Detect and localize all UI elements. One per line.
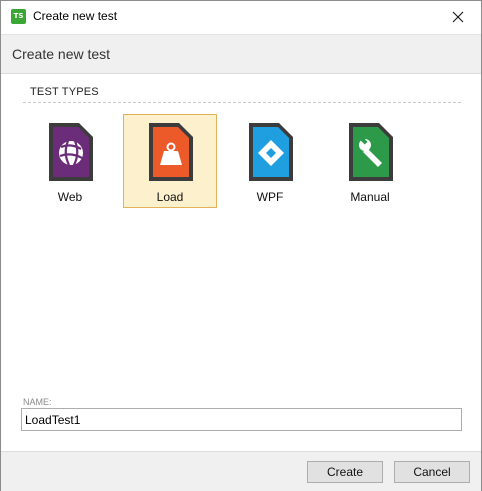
test-type-load[interactable]: Load [123, 114, 217, 208]
test-type-label: Load [156, 190, 184, 204]
dialog-footer: Create Cancel [1, 451, 481, 491]
test-type-wpf[interactable]: WPF [223, 114, 317, 208]
web-globe-icon [49, 123, 93, 181]
name-field-label: NAME: [23, 397, 52, 407]
name-input[interactable] [21, 408, 462, 431]
create-new-test-dialog: TS Create new test Create new test TEST … [0, 0, 482, 491]
app-icon: TS [11, 9, 26, 24]
dialog-header: Create new test [1, 34, 481, 74]
test-type-web[interactable]: Web [23, 114, 117, 208]
test-type-label: Web [57, 190, 83, 204]
close-icon [452, 11, 464, 23]
manual-wrench-icon [349, 123, 393, 181]
title-bar[interactable]: TS Create new test [1, 1, 481, 33]
test-type-manual[interactable]: Manual [323, 114, 417, 208]
create-button[interactable]: Create [307, 461, 383, 483]
test-type-label: Manual [350, 190, 390, 204]
window-title: Create new test [33, 9, 118, 23]
close-button[interactable] [435, 1, 481, 33]
section-divider [23, 102, 461, 103]
load-weight-icon [149, 123, 193, 181]
test-type-label: WPF [256, 190, 284, 204]
cancel-button[interactable]: Cancel [394, 461, 470, 483]
header-title: Create new test [12, 46, 111, 62]
test-types-label: TEST TYPES [30, 86, 99, 98]
wpf-diamond-icon [249, 123, 293, 181]
